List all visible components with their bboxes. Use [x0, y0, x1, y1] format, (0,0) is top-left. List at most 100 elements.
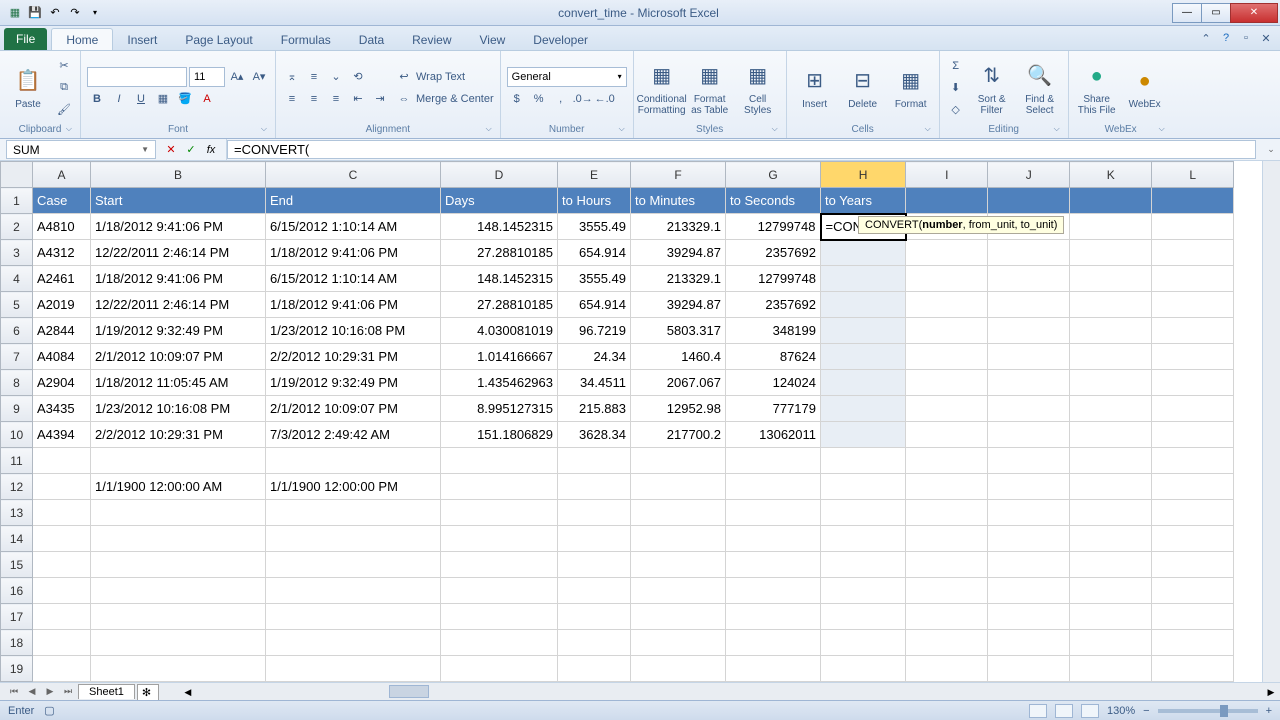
- cell-K6[interactable]: [1070, 318, 1152, 344]
- cell-K11[interactable]: [1070, 448, 1152, 474]
- name-box[interactable]: SUM ▼: [6, 140, 156, 159]
- cell-H7[interactable]: [821, 344, 906, 370]
- vertical-scrollbar[interactable]: [1262, 161, 1280, 682]
- cell-C6[interactable]: 1/23/2012 10:16:08 PM: [266, 318, 441, 344]
- cell-K15[interactable]: [1070, 552, 1152, 578]
- fill-icon[interactable]: ⬇: [946, 78, 966, 98]
- cell-C13[interactable]: [266, 500, 441, 526]
- cell-J4[interactable]: [988, 266, 1070, 292]
- zoom-level[interactable]: 130%: [1107, 705, 1135, 717]
- cell-E7[interactable]: 24.34: [558, 344, 631, 370]
- cell-F8[interactable]: 2067.067: [631, 370, 726, 396]
- cell-F17[interactable]: [631, 604, 726, 630]
- cell-B17[interactable]: [91, 604, 266, 630]
- cell-K17[interactable]: [1070, 604, 1152, 630]
- cell-K9[interactable]: [1070, 396, 1152, 422]
- new-sheet-button[interactable]: ✻: [137, 684, 159, 700]
- formula-bar[interactable]: =CONVERT(: [227, 140, 1256, 159]
- number-format-combo[interactable]: General▾: [507, 67, 627, 87]
- cancel-formula-icon[interactable]: ✕: [164, 143, 178, 157]
- macro-record-icon[interactable]: ▢: [44, 704, 54, 717]
- cell-D12[interactable]: [441, 474, 558, 500]
- cell-C4[interactable]: 6/15/2012 1:10:14 AM: [266, 266, 441, 292]
- row-header-16[interactable]: 16: [1, 578, 33, 604]
- cell-J13[interactable]: [988, 500, 1070, 526]
- fill-color-icon[interactable]: 🪣: [175, 89, 195, 109]
- cell-A7[interactable]: A4084: [33, 344, 91, 370]
- cell-D9[interactable]: 8.995127315: [441, 396, 558, 422]
- tab-review[interactable]: Review: [398, 29, 465, 50]
- cell-I15[interactable]: [906, 552, 988, 578]
- cell-B3[interactable]: 12/22/2011 2:46:14 PM: [91, 240, 266, 266]
- cell-C18[interactable]: [266, 630, 441, 656]
- window-close-icon[interactable]: ✕: [1258, 30, 1274, 46]
- normal-view-button[interactable]: [1029, 704, 1047, 718]
- cell-D11[interactable]: [441, 448, 558, 474]
- cell-I7[interactable]: [906, 344, 988, 370]
- cell-B11[interactable]: [91, 448, 266, 474]
- cell-J14[interactable]: [988, 526, 1070, 552]
- cell-E6[interactable]: 96.7219: [558, 318, 631, 344]
- cell-J19[interactable]: [988, 656, 1070, 682]
- cell-F1[interactable]: to Minutes: [631, 188, 726, 214]
- cell-G15[interactable]: [726, 552, 821, 578]
- row-header-15[interactable]: 15: [1, 552, 33, 578]
- cell-D2[interactable]: 148.1452315: [441, 214, 558, 240]
- cell-B18[interactable]: [91, 630, 266, 656]
- cell-F7[interactable]: 1460.4: [631, 344, 726, 370]
- cell-F2[interactable]: 213329.1: [631, 214, 726, 240]
- cut-icon[interactable]: ✂: [54, 56, 74, 76]
- cell-F4[interactable]: 213329.1: [631, 266, 726, 292]
- cell-A13[interactable]: [33, 500, 91, 526]
- row-header-1[interactable]: 1: [1, 188, 33, 214]
- cell-E13[interactable]: [558, 500, 631, 526]
- cell-D3[interactable]: 27.28810185: [441, 240, 558, 266]
- cell-A6[interactable]: A2844: [33, 318, 91, 344]
- scroll-left-icon[interactable]: ◀: [179, 683, 197, 701]
- cell-L18[interactable]: [1152, 630, 1234, 656]
- font-name-combo[interactable]: [87, 67, 187, 87]
- cell-J15[interactable]: [988, 552, 1070, 578]
- enter-formula-icon[interactable]: ✓: [184, 143, 198, 157]
- cell-L12[interactable]: [1152, 474, 1234, 500]
- cell-I19[interactable]: [906, 656, 988, 682]
- column-header-E[interactable]: E: [558, 162, 631, 188]
- cell-E18[interactable]: [558, 630, 631, 656]
- cell-J1[interactable]: [988, 188, 1070, 214]
- cell-styles-button[interactable]: ▦Cell Styles: [736, 55, 780, 121]
- cell-B4[interactable]: 1/18/2012 9:41:06 PM: [91, 266, 266, 292]
- tab-nav-first-icon[interactable]: ⏮: [6, 684, 22, 700]
- column-header-B[interactable]: B: [91, 162, 266, 188]
- row-header-18[interactable]: 18: [1, 630, 33, 656]
- cell-C9[interactable]: 2/1/2012 10:09:07 PM: [266, 396, 441, 422]
- cell-B14[interactable]: [91, 526, 266, 552]
- cell-G12[interactable]: [726, 474, 821, 500]
- cell-L8[interactable]: [1152, 370, 1234, 396]
- cell-I3[interactable]: [906, 240, 988, 266]
- font-size-combo[interactable]: 11: [189, 67, 225, 87]
- tab-insert[interactable]: Insert: [113, 29, 171, 50]
- tab-nav-next-icon[interactable]: ▶: [42, 684, 58, 700]
- cell-D14[interactable]: [441, 526, 558, 552]
- autosum-icon[interactable]: Σ: [946, 56, 966, 76]
- column-header-F[interactable]: F: [631, 162, 726, 188]
- cell-E9[interactable]: 215.883: [558, 396, 631, 422]
- cell-A3[interactable]: A4312: [33, 240, 91, 266]
- cell-H4[interactable]: [821, 266, 906, 292]
- save-icon[interactable]: 💾: [26, 4, 44, 22]
- cell-A15[interactable]: [33, 552, 91, 578]
- row-header-13[interactable]: 13: [1, 500, 33, 526]
- copy-icon[interactable]: ⧉: [54, 78, 74, 98]
- cell-D13[interactable]: [441, 500, 558, 526]
- help-icon[interactable]: ?: [1218, 30, 1234, 46]
- cell-J5[interactable]: [988, 292, 1070, 318]
- cell-E8[interactable]: 34.4511: [558, 370, 631, 396]
- cell-J12[interactable]: [988, 474, 1070, 500]
- cell-A18[interactable]: [33, 630, 91, 656]
- cell-I17[interactable]: [906, 604, 988, 630]
- cell-C10[interactable]: 7/3/2012 2:49:42 AM: [266, 422, 441, 448]
- cell-H8[interactable]: [821, 370, 906, 396]
- cell-F16[interactable]: [631, 578, 726, 604]
- cell-F18[interactable]: [631, 630, 726, 656]
- cell-K2[interactable]: [1070, 214, 1152, 240]
